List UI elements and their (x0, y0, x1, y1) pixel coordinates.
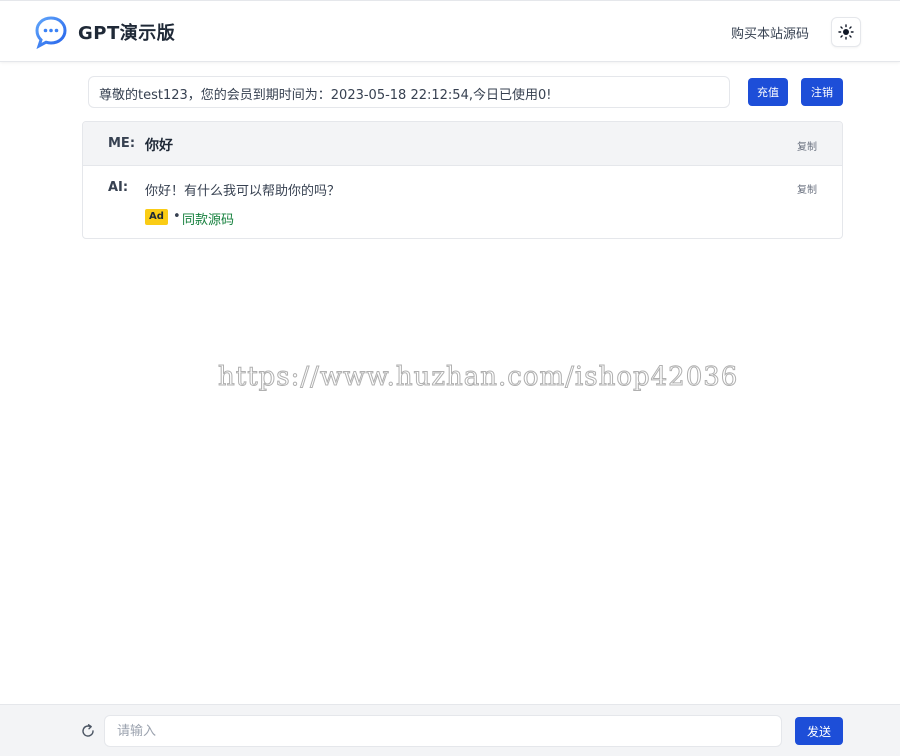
ai-message: AI: 你好！有什么我可以帮助你的吗？ 复制 Ad • 同款源码 (83, 166, 842, 238)
ad-badge: Ad (145, 209, 168, 225)
membership-info: 尊敬的test123，您的会员到期时间为：2023-05-18 22:12:54… (88, 76, 730, 108)
recharge-button[interactable]: 充值 (748, 78, 788, 106)
sun-icon (838, 24, 854, 40)
refresh-icon[interactable] (80, 723, 96, 739)
message-text: 你好 (145, 138, 173, 154)
buy-source-link[interactable]: 购买本站源码 (731, 23, 809, 42)
message-input[interactable] (104, 715, 782, 747)
copy-button[interactable]: 复制 (797, 138, 817, 153)
logout-button[interactable]: 注销 (801, 78, 843, 106)
send-button[interactable]: 发送 (795, 717, 843, 745)
theme-toggle-button[interactable] (831, 17, 861, 47)
message-role: AI: (108, 180, 129, 195)
message-role: ME: (108, 136, 136, 151)
chat-bubble-icon (35, 16, 67, 49)
user-message: ME: 你好 复制 (83, 122, 842, 166)
ad-bullet: • (173, 209, 181, 224)
chat-history: ME: 你好 复制 AI: 你好！有什么我可以帮助你的吗？ 复制 Ad • 同款… (82, 121, 843, 239)
input-footer: 发送 (0, 704, 900, 756)
message-text: 你好！有什么我可以帮助你的吗？ (145, 184, 341, 199)
copy-button[interactable]: 复制 (797, 181, 817, 196)
top-navbar: GPT演示版 购买本站源码 (0, 0, 900, 62)
ad-link[interactable]: 同款源码 (182, 209, 234, 228)
app-title: GPT演示版 (78, 23, 176, 44)
watermark: https://www.huzhan.com/ishop42036 (217, 362, 739, 393)
